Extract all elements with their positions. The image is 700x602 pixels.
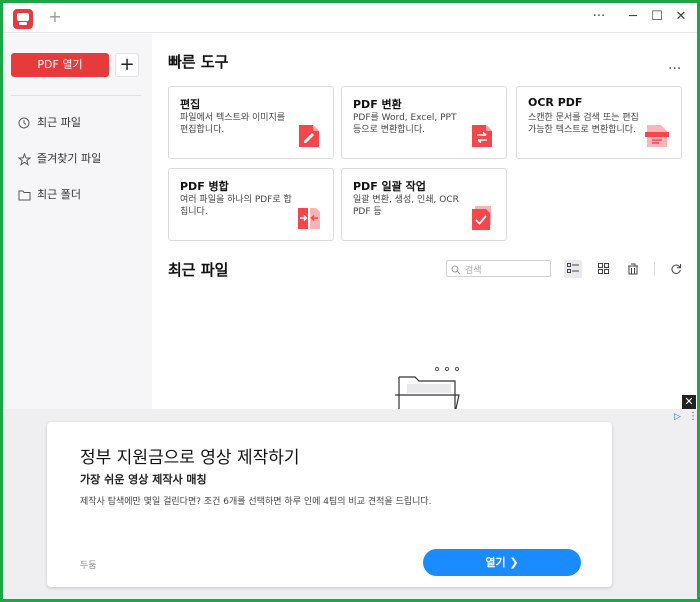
broom-icon	[628, 263, 638, 275]
clock-icon	[17, 113, 31, 133]
list-view-icon	[567, 263, 579, 273]
empty-folder-icon	[395, 366, 460, 413]
ad-close-button[interactable]: ✕	[682, 395, 696, 409]
ad-description: 제작사 탐색에만 몇일 걸린다면? 조건 6개를 선택하면 하루 인에 4팀의 …	[80, 497, 432, 507]
list-view-button[interactable]	[564, 260, 582, 278]
ad-brand: 두둠	[80, 561, 97, 571]
tool-card-edit[interactable]: 편집 파일에서 텍스트와 이미지를 편집합니다.	[168, 86, 334, 159]
tool-card-merge[interactable]: PDF 병합 여러 파일을 하나의 PDF로 합칩니다.	[168, 168, 334, 241]
ad-open-button[interactable]: 열기 ❯	[423, 549, 581, 576]
ocr-doc-icon	[645, 125, 669, 147]
ad-menu-icon[interactable]: ⋮	[688, 411, 697, 422]
close-button[interactable]: ✕	[671, 7, 691, 27]
card-title: OCR PDF	[528, 96, 583, 109]
maximize-button[interactable]: ☐	[647, 7, 667, 27]
ad-choices-icon[interactable]: ▷	[674, 412, 681, 422]
toolbar-divider	[654, 262, 655, 276]
minimize-button[interactable]: ─	[623, 7, 643, 27]
search-box[interactable]: 검색	[446, 260, 551, 277]
sidebar-item-label: 즐겨찾기 파일	[37, 152, 102, 165]
ad-title: 정부 지원금으로 영상 제작하기	[80, 448, 300, 468]
sidebar-item-recent-folders[interactable]: 최근 폴더	[17, 185, 147, 205]
merge-doc-icon	[298, 208, 320, 229]
edit-doc-icon	[299, 125, 319, 147]
convert-doc-icon	[472, 125, 492, 147]
card-title: PDF 변환	[353, 98, 402, 111]
card-title: PDF 일괄 작업	[353, 180, 426, 193]
sidebar-item-label: 최근 파일	[37, 116, 81, 129]
ad-card[interactable]: 정부 지원금으로 영상 제작하기 가장 쉬운 영상 제작사 매칭 제작사 탐색에…	[47, 422, 612, 587]
card-title: 편집	[180, 98, 201, 111]
quick-tools-more-button[interactable]: ...	[668, 57, 681, 73]
recent-files-title: 최근 파일	[168, 261, 229, 279]
more-options-button[interactable]: ···	[589, 7, 609, 27]
sidebar-item-favorites[interactable]: 즐겨찾기 파일	[17, 149, 147, 169]
grid-view-icon	[597, 263, 609, 274]
search-input[interactable]: 검색	[465, 263, 482, 276]
sidebar-divider	[11, 95, 141, 96]
card-description: 스캔한 문서를 검색 또는 편집 가능한 텍스트로 변환합니다.	[528, 113, 639, 135]
card-description: 파일에서 텍스트와 이미지를 편집합니다.	[180, 113, 286, 135]
sidebar-item-recent-files[interactable]: 최근 파일	[17, 113, 147, 133]
search-icon	[451, 262, 461, 278]
tool-card-ocr[interactable]: OCR PDF 스캔한 문서를 검색 또는 편집 가능한 텍스트로 변환합니다.	[516, 86, 682, 159]
clear-history-button[interactable]	[624, 260, 642, 278]
star-icon	[17, 149, 31, 169]
new-tab-button[interactable]: +	[47, 7, 63, 27]
sidebar-item-label: 최근 폴더	[37, 188, 81, 201]
quick-tools-title: 빠른 도구	[168, 53, 229, 71]
app-logo-icon	[13, 9, 33, 29]
folder-icon	[17, 185, 31, 205]
app-window: + ··· ─ ☐ ✕ PDF 열기 + 최근 파일 즐겨찾기 파일 최근 폴더	[3, 3, 697, 599]
card-title: PDF 병합	[180, 180, 229, 193]
add-button[interactable]: +	[115, 53, 139, 77]
card-description: 여러 파일을 하나의 PDF로 합칩니다.	[180, 195, 292, 217]
title-bar: + ··· ─ ☐ ✕	[3, 3, 697, 33]
card-description: PDF를 Word, Excel, PPT 등으로 변환합니다.	[353, 113, 457, 135]
refresh-icon	[671, 264, 681, 274]
card-description: 일괄 변환, 생성, 인쇄, OCR PDF 등	[353, 195, 459, 217]
sidebar: PDF 열기 + 최근 파일 즐겨찾기 파일 최근 폴더	[3, 34, 152, 414]
batch-doc-icon	[472, 206, 491, 230]
refresh-button[interactable]	[667, 260, 685, 278]
ad-subtitle: 가장 쉬운 영상 제작사 매칭	[80, 473, 207, 486]
tool-card-convert[interactable]: PDF 변환 PDF를 Word, Excel, PPT 등으로 변환합니다.	[341, 86, 507, 159]
grid-view-button[interactable]	[594, 260, 612, 278]
tool-card-batch[interactable]: PDF 일괄 작업 일괄 변환, 생성, 인쇄, OCR PDF 등	[341, 168, 507, 241]
open-pdf-button[interactable]: PDF 열기	[11, 53, 109, 77]
